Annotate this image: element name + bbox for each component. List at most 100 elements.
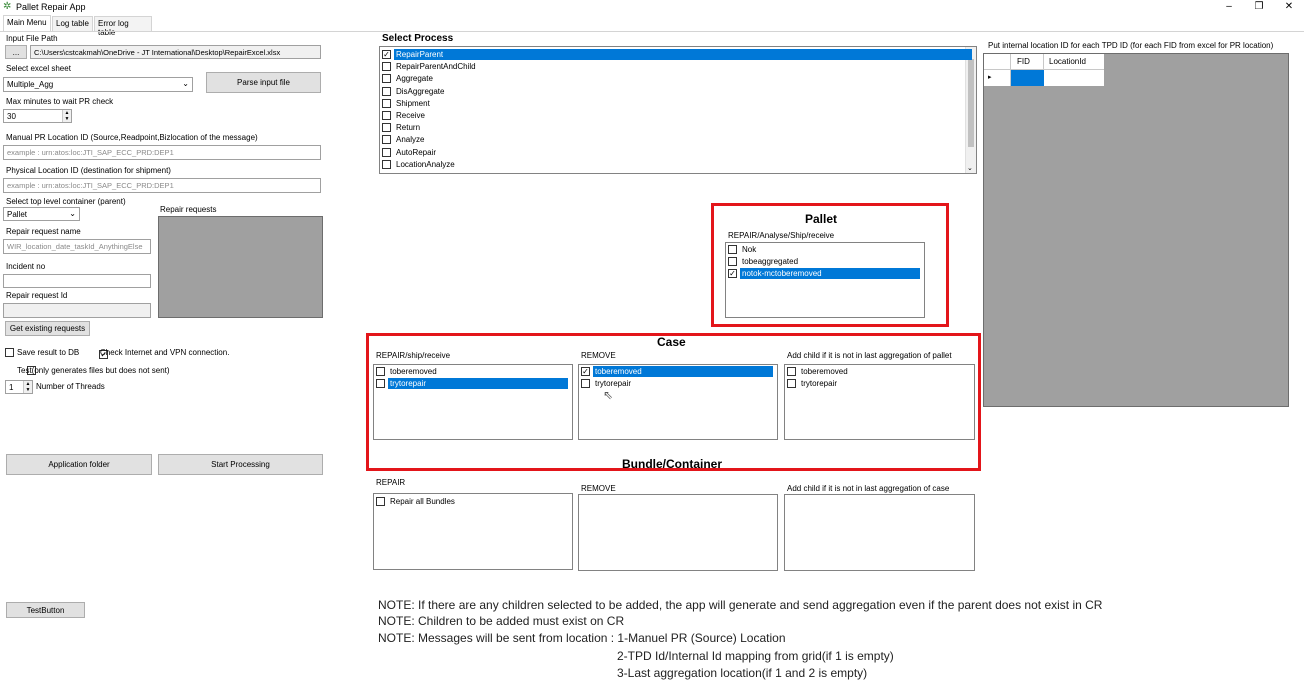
process-checkbox[interactable] (382, 111, 391, 120)
process-item[interactable]: RepairParentAndChild (382, 61, 478, 72)
note-line-3: NOTE: Messages will be sent from locatio… (378, 631, 786, 645)
pallet-item[interactable]: tobeaggregated (728, 256, 800, 267)
bundle-repair-checkbox[interactable] (376, 497, 385, 506)
case-repair-item[interactable]: trytorepair (376, 378, 568, 389)
incident-label: Incident no (6, 262, 46, 271)
chevron-down-icon: ⌄ (69, 209, 76, 218)
process-item[interactable]: DisAggregate (382, 86, 446, 97)
pallet-list[interactable]: Nok tobeaggregated ✓ notok-mctoberemoved (725, 242, 925, 318)
case-repair-checkbox[interactable] (376, 367, 385, 376)
tab-divider (0, 31, 1304, 32)
grid-header-locationid[interactable]: LocationId (1044, 54, 1104, 70)
tab-log-table[interactable]: Log table (52, 16, 93, 31)
manual-pr-location-input[interactable]: example : urn:atos:loc:JTI_SAP_ECC_PRD:D… (3, 145, 321, 160)
process-checkbox[interactable] (382, 74, 391, 84)
process-item[interactable]: Return (382, 122, 422, 133)
pallet-heading: Pallet (805, 212, 838, 226)
grid-header-fid[interactable]: FID (1011, 54, 1044, 70)
process-item[interactable]: LocationAnalyze (382, 159, 457, 170)
process-item-label: RepairParent (394, 49, 972, 60)
location-grid[interactable]: FID LocationId ▸ (983, 53, 1289, 407)
process-item[interactable]: Receive (382, 110, 427, 121)
get-existing-requests-button[interactable]: Get existing requests (5, 321, 90, 336)
save-db-checkbox[interactable] (5, 348, 14, 357)
scrollbar-thumb[interactable] (968, 59, 974, 147)
browse-button[interactable]: ... (5, 45, 27, 59)
input-file-path-field[interactable]: C:\Users\cstcakmah\OneDrive - JT Interna… (30, 45, 321, 59)
pallet-item-label: tobeaggregated (742, 257, 799, 266)
case-add-child-checkbox[interactable] (787, 379, 796, 388)
case-remove-list[interactable]: ✓ toberemoved trytorepair (578, 364, 778, 440)
pallet-checkbox[interactable] (728, 245, 737, 254)
pallet-item-label: Nok (742, 245, 757, 254)
threads-value: 1 (9, 383, 14, 392)
process-checkbox[interactable] (382, 98, 391, 108)
tab-error-log-table[interactable]: Error log table (94, 16, 152, 37)
minimize-button[interactable]: – (1214, 0, 1244, 16)
start-processing-button[interactable]: Start Processing (158, 454, 323, 475)
bundle-add-child-list[interactable] (784, 494, 975, 571)
physical-location-input[interactable]: example : urn:atos:loc:JTI_SAP_ECC_PRD:D… (3, 178, 321, 193)
grid-cell-locationid[interactable] (1044, 70, 1104, 86)
save-db-label: Save result to DB (17, 348, 80, 357)
pallet-item[interactable]: ✓ notok-mctoberemoved (728, 268, 920, 279)
maximize-button[interactable]: ❐ (1244, 0, 1274, 16)
process-item[interactable]: AutoRepair (382, 147, 438, 158)
close-button[interactable]: ✕ (1274, 0, 1304, 16)
chevron-down-icon[interactable]: ⌄ (967, 164, 973, 172)
threads-stepper[interactable]: 1 ▲ ▼ (5, 380, 33, 394)
case-add-child-item[interactable]: toberemoved (787, 366, 850, 377)
pallet-sublabel: REPAIR/Analyse/Ship/receive (728, 231, 835, 240)
application-folder-button[interactable]: Application folder (6, 454, 152, 475)
process-item[interactable]: Aggregate (382, 73, 435, 84)
process-checkbox[interactable] (382, 147, 391, 157)
process-item[interactable]: Analyze (382, 134, 426, 145)
case-remove-checkbox[interactable] (581, 379, 590, 388)
top-container-select[interactable]: Pallet ⌄ (3, 207, 80, 221)
tab-main-menu[interactable]: Main Menu (3, 15, 51, 31)
app-icon: ✲ (3, 1, 12, 12)
pallet-item[interactable]: Nok (728, 244, 758, 255)
test-button[interactable]: TestButton (6, 602, 85, 618)
process-item[interactable]: Shipment (382, 98, 432, 109)
top-container-value: Pallet (7, 210, 28, 219)
parse-input-button[interactable]: Parse input file (206, 72, 321, 93)
case-add-child-list[interactable]: toberemoved trytorepair (784, 364, 975, 440)
excel-sheet-label: Select excel sheet (6, 64, 71, 73)
bundle-repair-list[interactable]: Repair all Bundles (373, 493, 573, 570)
process-scrollbar[interactable]: ⌄ (965, 47, 976, 173)
incident-input[interactable] (3, 274, 151, 288)
process-item[interactable]: ✓ RepairParent (382, 49, 972, 60)
process-checkbox[interactable] (382, 135, 391, 145)
grid-cell-fid[interactable] (1011, 70, 1044, 86)
max-minutes-stepper[interactable]: 30 ▲ ▼ (3, 109, 72, 123)
select-process-list[interactable]: ⌄ ✓ RepairParent RepairParentAndChild Aggre… (379, 46, 977, 174)
case-add-child-item[interactable]: trytorepair (787, 378, 839, 389)
process-checkbox[interactable] (382, 159, 391, 169)
process-checkbox[interactable] (382, 86, 391, 96)
pallet-checkbox[interactable] (728, 257, 737, 266)
case-repair-item-label: toberemoved (390, 367, 437, 376)
case-repair-item[interactable]: toberemoved (376, 366, 439, 377)
process-item-label: Analyze (396, 135, 425, 145)
case-remove-item[interactable]: ✓ toberemoved (581, 366, 773, 377)
spin-arrows-icon[interactable]: ▲ ▼ (23, 381, 32, 393)
note-line-1: NOTE: If there are any children selected… (378, 598, 1103, 612)
repair-id-input[interactable] (3, 303, 151, 318)
bundle-repair-item[interactable]: Repair all Bundles (376, 496, 457, 507)
excel-sheet-select[interactable]: Multiple_Agg ⌄ (3, 77, 193, 92)
bundle-remove-list[interactable] (578, 494, 778, 571)
case-repair-checkbox[interactable] (376, 379, 385, 388)
repair-requests-grid[interactable] (158, 216, 323, 318)
physical-location-label: Physical Location ID (destination for sh… (6, 166, 171, 175)
pallet-checkbox[interactable]: ✓ (728, 269, 737, 278)
case-add-child-checkbox[interactable] (787, 367, 796, 376)
bundle-repair-item-label: Repair all Bundles (390, 497, 455, 506)
case-repair-list[interactable]: toberemoved trytorepair (373, 364, 573, 440)
spin-arrows-icon[interactable]: ▲ ▼ (62, 110, 71, 122)
process-checkbox[interactable] (382, 123, 391, 133)
case-remove-checkbox[interactable]: ✓ (581, 367, 590, 376)
repair-name-input[interactable]: WIR_location_date_taskId_AnythingElse (3, 239, 151, 254)
process-checkbox[interactable] (382, 62, 391, 72)
process-checkbox[interactable]: ✓ (382, 50, 391, 59)
